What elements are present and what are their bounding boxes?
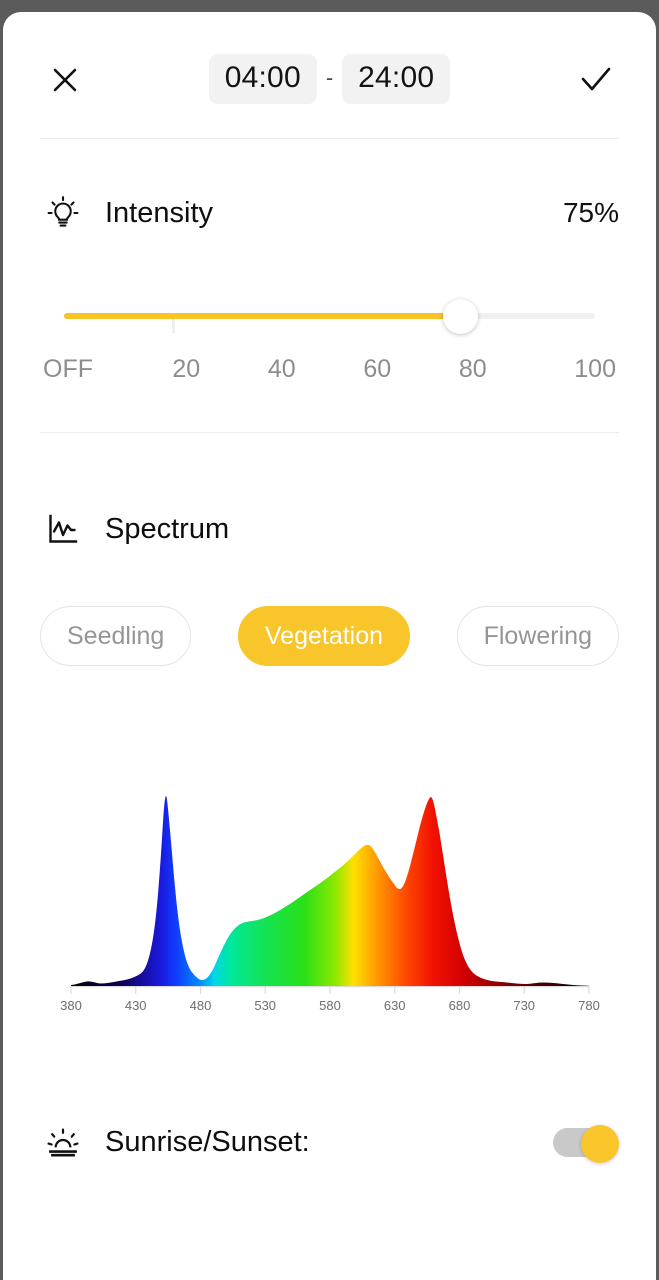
spectrum-label: Spectrum [105,512,230,545]
intensity-label: Intensity [105,196,213,229]
toggle-knob[interactable] [581,1125,619,1163]
tick-label-380: 380 [60,998,82,1013]
start-time-field[interactable]: 04:00 [208,54,317,104]
sunrise-sunset-label: Sunrise/Sunset: [105,1125,310,1158]
slider-thumb[interactable] [442,299,478,334]
check-icon [581,67,611,91]
tick-label-480: 480 [190,998,212,1013]
tick-label-580: 580 [319,998,341,1013]
spectrum-preset-chips: Seedling Vegetation Flowering [40,606,619,666]
slider-label-60: 60 [363,355,392,383]
preset-chip-seedling[interactable]: Seedling [40,606,192,666]
confirm-button[interactable] [574,58,618,102]
sunrise-sunset-row: Sunrise/Sunset: [3,1114,656,1170]
tick-label-530: 530 [254,998,276,1013]
tick-label-680: 680 [449,998,471,1013]
line-chart-icon [40,506,86,552]
slider-fill [64,313,460,319]
time-range-separator: - [325,65,334,90]
tick-label-780: 780 [578,998,600,1013]
slider-label-40: 40 [267,355,296,383]
sheet-header: 04:00 - 24:00 [3,12,656,138]
divider-top [40,138,619,139]
slider-label-80: 80 [458,355,487,383]
sunrise-sunset-toggle[interactable] [553,1125,619,1163]
spectrum-chart-svg: 380 430 480 530 580 630 680 730 780 [60,796,600,1013]
slider-label-100: 100 [574,355,616,383]
tick-label-730: 730 [513,998,535,1013]
spectrum-chart: 380 430 480 530 580 630 680 730 780 [3,712,656,1042]
chart-axis-tick-labels: 380 430 480 530 580 630 680 730 780 [60,998,600,1013]
intensity-section-header: Intensity 75% [3,185,656,241]
intensity-value: 75% [562,197,619,228]
settings-sheet: 04:00 - 24:00 Intensity 75% OFF 20 40 60… [3,12,656,1280]
slider-scale-labels: OFF 20 40 60 80 100 [43,355,616,384]
time-range-group: 04:00 - 24:00 [3,54,656,104]
lightbulb-icon [40,190,86,236]
divider-middle [40,432,619,433]
spectrum-section-header: Spectrum [3,501,656,557]
end-time-field[interactable]: 24:00 [342,54,451,104]
slider-label-off: OFF [43,355,93,383]
chart-tick-marks [70,986,590,994]
tick-label-430: 430 [125,998,147,1013]
slider-tick-mark [171,319,175,333]
sunrise-icon [40,1119,86,1165]
preset-chip-vegetation[interactable]: Vegetation [237,606,411,666]
tick-label-630: 630 [384,998,406,1013]
slider-label-20: 20 [172,355,201,383]
preset-chip-flowering[interactable]: Flowering [456,606,619,666]
intensity-slider[interactable] [64,295,595,335]
spectrum-curve-area [71,796,589,987]
